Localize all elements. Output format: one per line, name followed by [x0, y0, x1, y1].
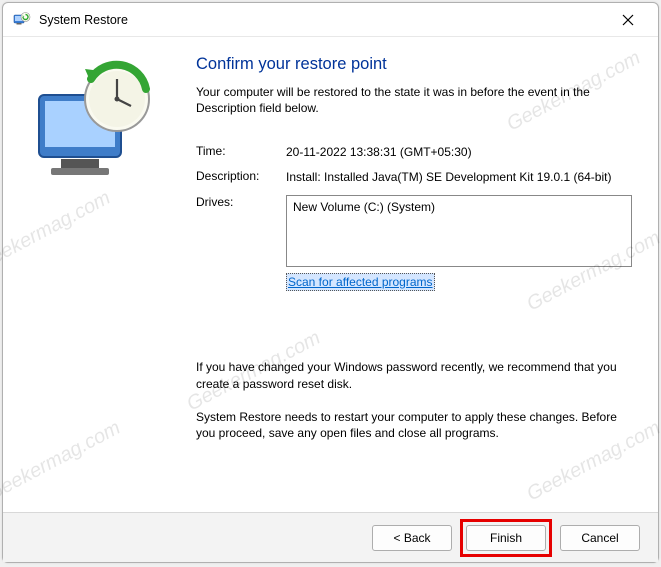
time-row: Time: 20-11-2022 13:38:31 (GMT+05:30): [196, 144, 632, 160]
drives-label: Drives:: [196, 195, 286, 291]
close-button[interactable]: [608, 6, 648, 34]
left-column: [21, 55, 196, 502]
right-column: Confirm your restore point Your computer…: [196, 55, 632, 502]
drives-row: Drives: New Volume (C:) (System) Scan fo…: [196, 195, 632, 291]
description-row: Description: Install: Installed Java(TM)…: [196, 169, 632, 185]
close-icon: [622, 14, 634, 26]
scan-affected-link[interactable]: Scan for affected programs: [286, 273, 435, 291]
page-heading: Confirm your restore point: [196, 55, 632, 74]
finish-highlight-box: Finish: [460, 519, 552, 557]
drives-listbox[interactable]: New Volume (C:) (System): [286, 195, 632, 267]
description-value: Install: Installed Java(TM) SE Developme…: [286, 169, 632, 185]
titlebar: System Restore: [3, 3, 658, 37]
footer-buttons: < Back Finish Cancel: [3, 512, 658, 562]
time-label: Time:: [196, 144, 286, 160]
back-button[interactable]: < Back: [372, 525, 452, 551]
intro-text: Your computer will be restored to the st…: [196, 84, 632, 116]
cancel-button[interactable]: Cancel: [560, 525, 640, 551]
description-label: Description:: [196, 169, 286, 185]
time-value: 20-11-2022 13:38:31 (GMT+05:30): [286, 144, 632, 160]
restart-note: System Restore needs to restart your com…: [196, 409, 632, 443]
drive-item[interactable]: New Volume (C:) (System): [293, 199, 625, 215]
password-note: If you have changed your Windows passwor…: [196, 359, 632, 393]
restore-illustration-icon: [21, 59, 161, 199]
window-title: System Restore: [39, 13, 608, 27]
restore-app-icon: [13, 11, 31, 29]
finish-button[interactable]: Finish: [466, 525, 546, 551]
content-area: Confirm your restore point Your computer…: [3, 37, 658, 512]
system-restore-window: System Restore: [2, 2, 659, 563]
drives-column: New Volume (C:) (System) Scan for affect…: [286, 195, 632, 291]
